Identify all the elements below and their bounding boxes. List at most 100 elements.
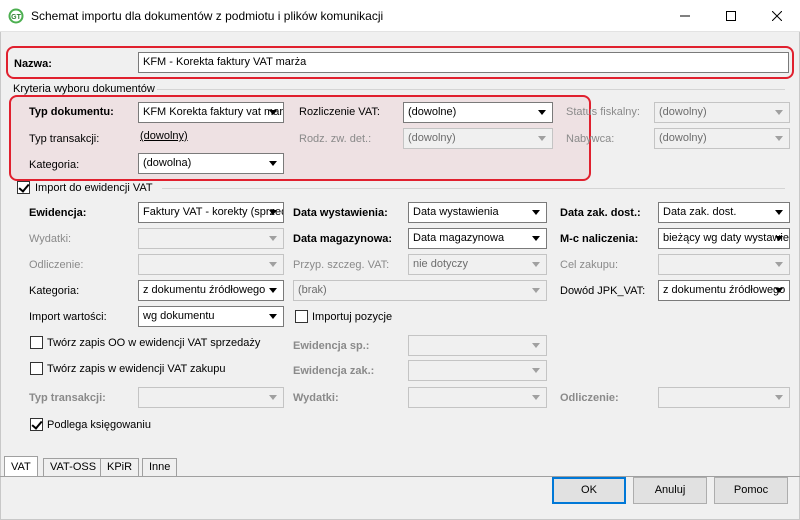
odliczenie-label: Odliczenie:	[29, 259, 84, 271]
podlega-ksiegowaniu-checkbox[interactable]	[30, 418, 43, 431]
tworz-zapis-zak-label: Twórz zapis w ewidencji VAT zakupu	[47, 363, 226, 375]
chevron-down-icon	[775, 110, 783, 115]
window-title: Schemat importu dla dokumentów z podmiot…	[31, 9, 384, 23]
ewidencja-sp-label: Ewidencja sp.:	[293, 340, 370, 352]
ewidencja-zak-label: Ewidencja zak.:	[293, 365, 375, 377]
svg-text:GT: GT	[11, 14, 21, 21]
ewidencja-zak-select	[408, 360, 547, 381]
chevron-down-icon	[775, 395, 783, 400]
chevron-down-icon	[775, 236, 783, 241]
rozliczenie-vat-select[interactable]: (dowolne)	[403, 102, 553, 123]
odliczenie-select	[138, 254, 284, 275]
rodz-zw-det-label: Rodz. zw. det.:	[299, 133, 372, 145]
kryteria-group-title: Kryteria wyboru dokumentów	[13, 83, 155, 95]
rodz-zw-det-select: (dowolny)	[403, 128, 553, 149]
chevron-down-icon	[532, 236, 540, 241]
wydatki-label: Wydatki:	[29, 233, 72, 245]
kategoria-opis-select: (brak)	[293, 280, 547, 301]
cancel-button[interactable]: Anuluj	[633, 477, 707, 504]
przyp-szczeg-vat-select: nie dotyczy	[408, 254, 547, 275]
typ-transakcji-vat-label: Typ transakcji:	[29, 392, 106, 404]
typ-transakcji-label: Typ transakcji:	[29, 133, 100, 145]
mc-naliczenia-select[interactable]: bieżący wg daty wystawienia	[658, 228, 790, 249]
chevron-down-icon	[775, 288, 783, 293]
ok-button[interactable]: OK	[552, 477, 626, 504]
app-icon: GT	[8, 8, 24, 24]
chevron-down-icon	[269, 262, 277, 267]
kategoria-select[interactable]: (dowolna)	[138, 153, 284, 174]
chevron-down-icon	[775, 262, 783, 267]
typ-transakcji-link[interactable]: (dowolny)	[140, 129, 188, 143]
importuj-pozycje-label: Importuj pozycje	[312, 311, 393, 323]
import-wartosci-select[interactable]: wg dokumentu	[138, 306, 284, 327]
close-button[interactable]	[754, 0, 800, 32]
typ-dokumentu-label: Typ dokumentu:	[29, 106, 114, 118]
chevron-down-icon	[532, 210, 540, 215]
rozliczenie-vat-label: Rozliczenie VAT:	[299, 106, 380, 118]
chevron-down-icon	[775, 210, 783, 215]
status-fiskalny-select: (dowolny)	[654, 102, 790, 123]
data-magazynowa-select[interactable]: Data magazynowa	[408, 228, 547, 249]
nabywca-select: (dowolny)	[654, 128, 790, 149]
chevron-down-icon	[532, 288, 540, 293]
kryteria-divider	[157, 89, 785, 90]
kategoria-label: Kategoria:	[29, 159, 80, 171]
status-fiskalny-label: Status fiskalny:	[566, 106, 640, 118]
dowod-jpk-vat-select[interactable]: z dokumentu źródłowego	[658, 280, 790, 301]
data-wystawienia-select[interactable]: Data wystawienia	[408, 202, 547, 223]
data-zak-dost-label: Data zak. dost.:	[560, 207, 641, 219]
chevron-down-icon	[538, 136, 546, 141]
ewidencja-select[interactable]: Faktury VAT - korekty (sprzedaż)	[138, 202, 284, 223]
wydatki-select	[138, 228, 284, 249]
data-wystawienia-label: Data wystawienia:	[293, 207, 388, 219]
ewidencja-label: Ewidencja:	[29, 207, 87, 219]
chevron-down-icon	[269, 110, 277, 115]
nazwa-label: Nazwa:	[14, 58, 52, 70]
data-magazynowa-label: Data magazynowa:	[293, 233, 393, 245]
chevron-down-icon	[775, 136, 783, 141]
import-vat-checkbox[interactable]	[17, 181, 30, 194]
import-wartosci-label: Import wartości:	[29, 311, 107, 323]
help-button[interactable]: Pomoc	[714, 477, 788, 504]
minimize-button[interactable]	[662, 0, 708, 32]
kategoria-vat-label: Kategoria:	[29, 285, 80, 297]
podlega-ksiegowaniu-label: Podlega księgowaniu	[47, 419, 151, 431]
chevron-down-icon	[269, 314, 277, 319]
chevron-down-icon	[269, 161, 277, 166]
tab-inne[interactable]: Inne	[142, 458, 178, 476]
tab-vat-oss[interactable]: VAT-OSS	[43, 458, 104, 476]
kategoria-vat-select[interactable]: z dokumentu źródłowego	[138, 280, 284, 301]
chevron-down-icon	[532, 368, 540, 373]
chevron-down-icon	[538, 110, 546, 115]
chevron-down-icon	[532, 395, 540, 400]
chevron-down-icon	[532, 262, 540, 267]
odliczenie2-label: Odliczenie:	[560, 392, 619, 404]
chevron-down-icon	[532, 343, 540, 348]
ewidencja-sp-select	[408, 335, 547, 356]
chevron-down-icon	[269, 210, 277, 215]
tworz-zapis-oo-checkbox[interactable]	[30, 336, 43, 349]
cel-zakupu-select	[658, 254, 790, 275]
przyp-szczeg-vat-label: Przyp. szczeg. VAT:	[293, 259, 390, 271]
chevron-down-icon	[269, 236, 277, 241]
wydatki2-label: Wydatki:	[293, 392, 339, 404]
chevron-down-icon	[269, 288, 277, 293]
tab-kpir[interactable]: KPiR	[100, 458, 140, 476]
tworz-zapis-zak-checkbox[interactable]	[30, 362, 43, 375]
dowod-jpk-vat-label: Dowód JPK_VAT:	[560, 285, 646, 297]
maximize-button[interactable]	[708, 0, 754, 32]
import-vat-label: Import do ewidencji VAT	[35, 182, 153, 194]
typ-dokumentu-select[interactable]: KFM Korekta faktury vat marża	[138, 102, 284, 123]
mc-naliczenia-label: M-c naliczenia:	[560, 233, 639, 245]
cel-zakupu-label: Cel zakupu:	[560, 259, 619, 271]
data-zak-dost-select[interactable]: Data zak. dost.	[658, 202, 790, 223]
maximize-icon	[726, 11, 736, 21]
close-icon	[772, 11, 782, 21]
typ-transakcji-vat-select	[138, 387, 284, 408]
nabywca-label: Nabywca:	[566, 133, 615, 145]
tab-vat[interactable]: VAT	[4, 456, 38, 476]
tworz-zapis-oo-label: Twórz zapis OO w ewidencji VAT sprzedaży	[47, 337, 261, 349]
wydatki2-select	[408, 387, 547, 408]
nazwa-input[interactable]: KFM - Korekta faktury VAT marża	[138, 52, 789, 73]
importuj-pozycje-checkbox[interactable]	[295, 310, 308, 323]
